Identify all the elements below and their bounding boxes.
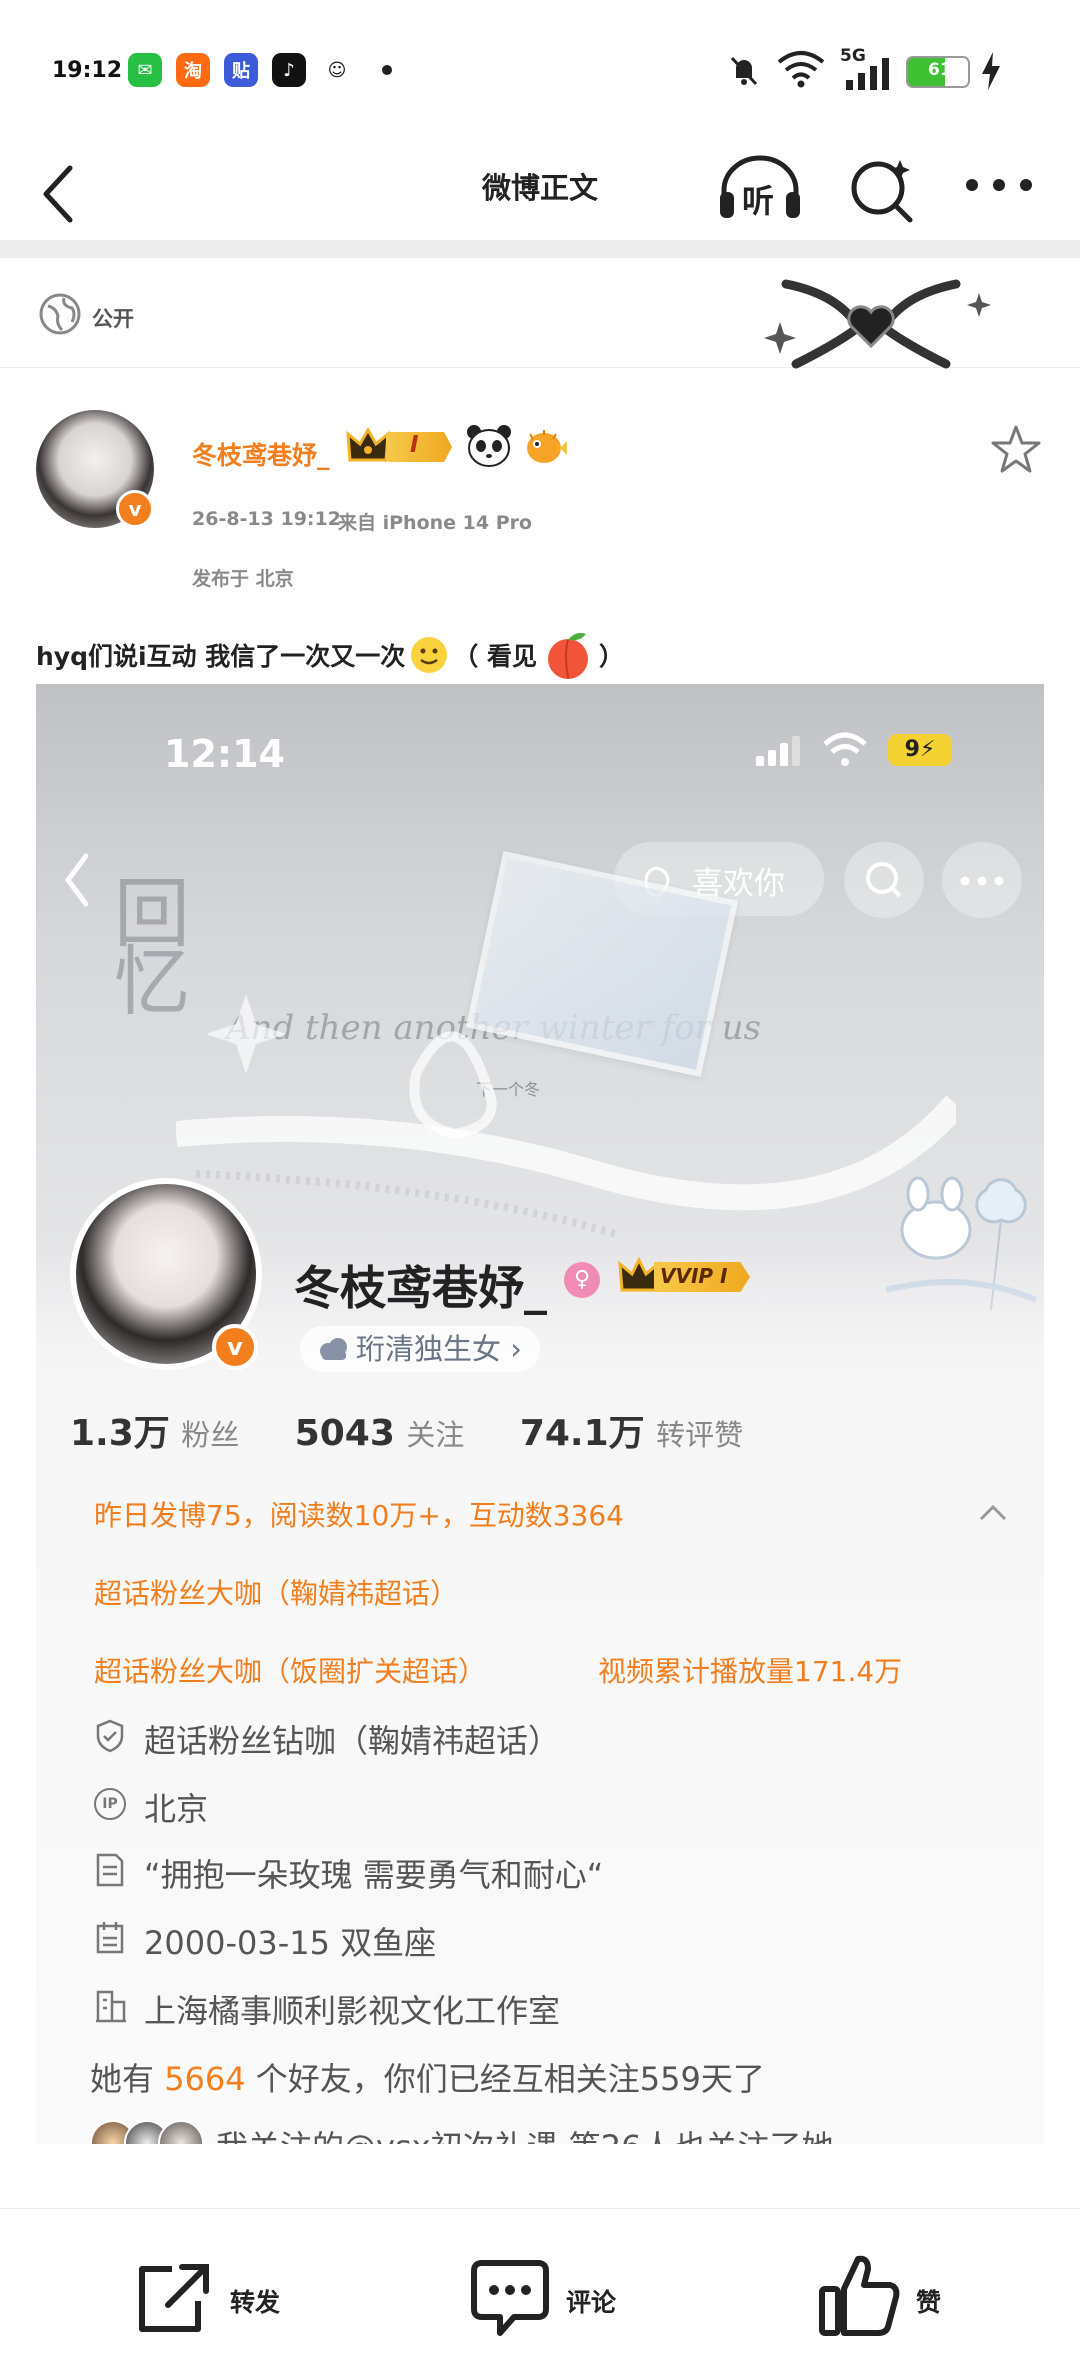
image-status-time: 12:14 — [164, 732, 285, 776]
smile-emoji-icon — [411, 637, 448, 673]
bottom-action-bar: 转发 评论 赞 — [0, 2208, 1080, 2372]
following-count: 5043 — [294, 1413, 395, 1454]
post-time: 26-8-13 19:12 — [192, 508, 341, 530]
document-icon — [96, 1853, 124, 1887]
comment-icon — [471, 2260, 549, 2336]
more-icon[interactable] — [964, 170, 1034, 200]
image-profile-tag-text: 珩清独生女 — [356, 1332, 502, 1366]
image-profile-name: 冬枝鸢巷妤_ — [294, 1261, 547, 1315]
post-text: hyq们说i互动 我信了一次又一次 （ 看见 ） — [36, 628, 624, 682]
diamond-fan-text: 超话粉丝钻咖（鞠婧祎超话） — [144, 1722, 561, 1760]
post-text-see: （ 看见 — [453, 642, 537, 671]
shield-icon — [96, 1719, 124, 1753]
image-stats-row: 1.3万 粉丝 5043 关注 74.1万 转评赞 — [70, 1404, 743, 1456]
author-name[interactable]: 冬枝鸢巷妤_ — [192, 436, 330, 472]
thumbs-up-icon — [819, 2255, 900, 2336]
calendar-icon — [96, 1922, 124, 1954]
gothic-heart-decoration — [764, 279, 991, 369]
peach-emoji-icon — [547, 632, 588, 679]
repost-label: 转发 — [230, 2288, 281, 2317]
globe-icon — [39, 293, 81, 335]
video-views-badge: 视频累计播放量171.4万 — [598, 1655, 903, 1688]
repost-button[interactable]: 转发 — [130, 2239, 290, 2339]
super-topic-badge-2: 超话粉丝大咖（饭圈扩关超话） — [94, 1655, 487, 1688]
bio-text: “拥抱一朵玫瑰 需要勇气和耐心“ — [144, 1856, 604, 1894]
section-divider — [0, 240, 1080, 258]
search-icon[interactable] — [846, 154, 918, 226]
repost-icon — [139, 2264, 209, 2332]
tieba-icon: 贴 — [224, 53, 258, 87]
like-label: 赞 — [916, 2288, 942, 2317]
super-topic-badge-1: 超话粉丝大咖（鞠婧祎超话） — [94, 1577, 459, 1610]
taobao-icon: 淘 — [176, 53, 210, 87]
status-bar: 19:12 ✉ 淘 贴 ♪ ☺ 5G 61 — [0, 0, 1080, 130]
birthday-text: 2000-03-15 双鱼座 — [144, 1924, 437, 1962]
image-vvip-badge: VVIP I — [618, 1256, 752, 1296]
image-crown-icon — [618, 1256, 660, 1292]
signal-icon — [846, 58, 889, 90]
image-more-icon — [960, 876, 1004, 886]
image-vvip-label: VVIP I — [660, 1264, 728, 1288]
tiktok-icon: ♪ — [272, 53, 306, 87]
followers-label: 粉丝 — [181, 1418, 240, 1452]
post-text-main: hyq们说i互动 我信了一次又一次 — [36, 642, 406, 671]
favorite-star-icon[interactable] — [990, 424, 1042, 474]
image-profile-tag: 珩清独生女 › — [300, 1326, 540, 1372]
comment-label: 评论 — [566, 2288, 617, 2317]
post-image[interactable]: 12:14 9⚡ 喜欢你 回忆 And then another winter … — [36, 684, 1044, 2144]
friends-prefix: 她有 — [90, 2060, 155, 2098]
interactions-label: 转评赞 — [656, 1418, 744, 1452]
collapse-icon — [979, 1504, 1007, 1521]
image-battery-level: 9 — [904, 737, 920, 762]
listen-label: 听 — [742, 182, 775, 220]
image-search-icon — [866, 862, 902, 898]
visibility-row: 公开 — [0, 258, 1080, 369]
friends-suffix: 个好友，你们已经互相关注559天了 — [255, 2060, 765, 2098]
image-verified-badge: v — [212, 1324, 258, 1370]
wechat-icon: ✉ — [128, 53, 162, 87]
company-icon — [96, 1990, 126, 2023]
post-text-close: ） — [598, 642, 624, 671]
wifi-icon — [777, 51, 825, 88]
visibility-label: 公开 — [92, 307, 134, 331]
image-back-icon — [64, 853, 89, 907]
image-signal-icon — [756, 736, 800, 766]
yesterday-summary: 昨日发博75，阅读数10万+，互动数3364 — [94, 1499, 624, 1532]
ip-icon: IP — [94, 1788, 126, 1820]
post-source: 来自 iPhone 14 Pro — [338, 512, 533, 534]
vip-level: I — [410, 432, 419, 458]
charging-icon — [982, 52, 1000, 90]
page-title: 微博正文 — [481, 171, 598, 205]
image-gender-icon: ♀ — [564, 1262, 600, 1298]
like-button[interactable]: 赞 — [816, 2239, 966, 2339]
friends-line: 她有 5664 个好友，你们已经互相关注559天了 — [90, 2054, 765, 2100]
cloud-icon — [320, 1338, 347, 1360]
qq-icon: ☺ — [320, 53, 354, 87]
battery-icon: 61 — [906, 56, 970, 88]
image-battery-icon: 9⚡ — [888, 734, 952, 766]
followers-count: 1.3万 — [70, 1413, 170, 1454]
post-location: 发布于 北京 — [192, 568, 294, 590]
more-notifications-icon — [382, 65, 392, 75]
listen-button[interactable]: 听 — [716, 152, 804, 222]
navigation-bar: 微博正文 听 — [0, 130, 1080, 240]
vip-badge: I — [346, 426, 456, 466]
friends-count: 5664 — [164, 2060, 246, 2098]
mute-icon — [730, 56, 758, 86]
mutual-follow-text: 我关注的@ysx初次礼遇 等26人也关注了她 — [216, 2122, 833, 2144]
verified-badge: v — [116, 490, 154, 528]
interactions-count: 74.1万 — [519, 1413, 645, 1454]
status-time: 19:12 — [52, 58, 123, 83]
following-label: 关注 — [406, 1418, 465, 1452]
comment-button[interactable]: 评论 — [466, 2239, 636, 2339]
image-wifi-icon — [823, 732, 867, 766]
pufferfish-icon — [527, 430, 567, 463]
panda-icon — [467, 425, 511, 467]
mutual-avatars — [90, 2120, 214, 2144]
ip-location-text: 北京 — [144, 1790, 209, 1828]
crown-icon — [346, 426, 390, 462]
company-text: 上海橘事顺利影视文化工作室 — [144, 1992, 561, 2030]
battery-level: 61 — [928, 60, 952, 80]
